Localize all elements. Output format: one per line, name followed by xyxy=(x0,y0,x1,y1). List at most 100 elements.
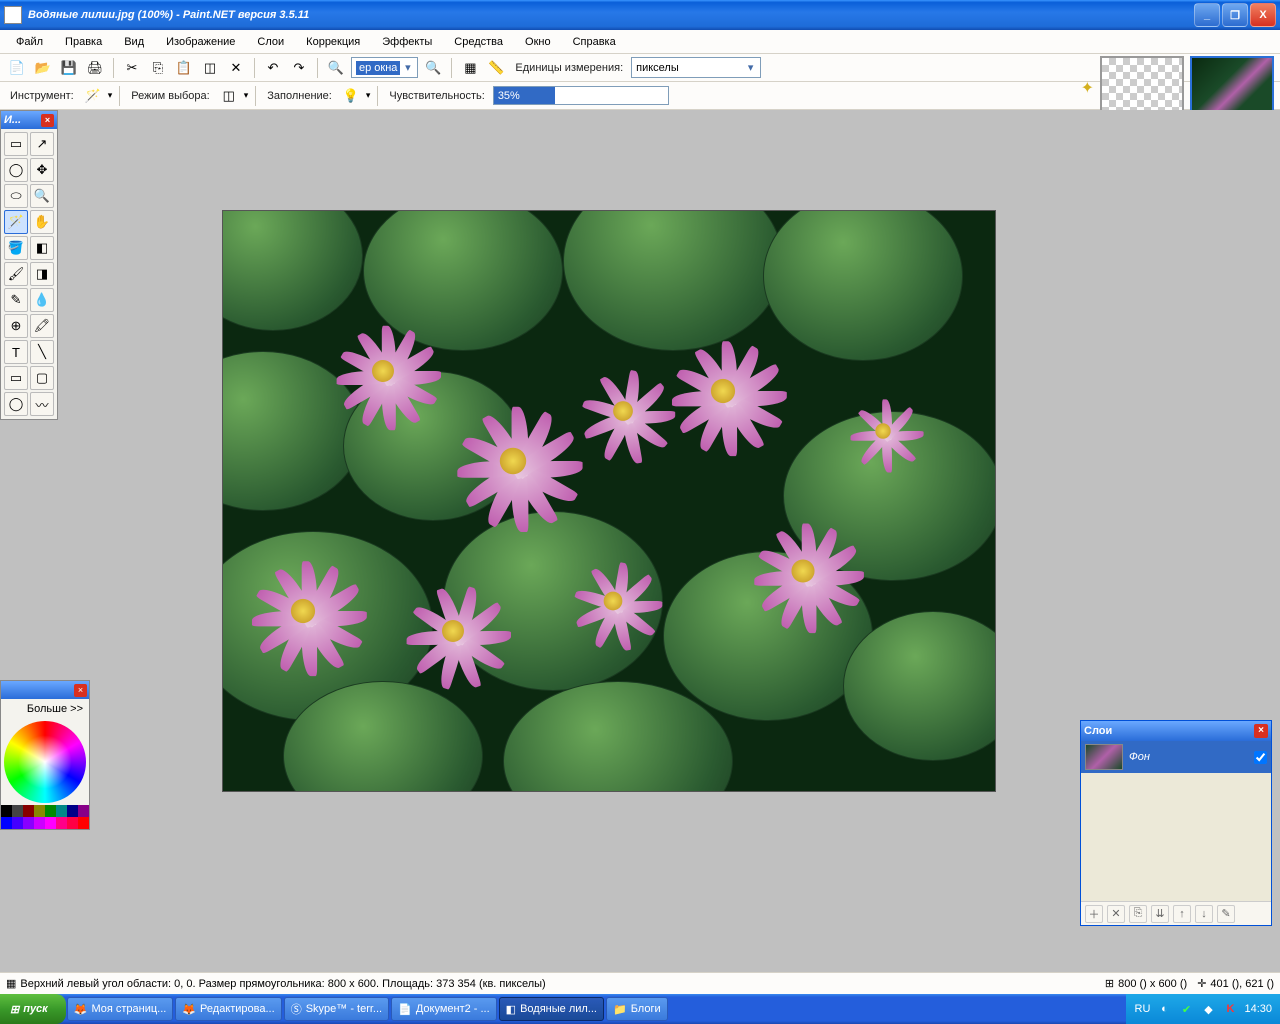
print-button[interactable]: 🖨 xyxy=(84,57,106,79)
layer-up-button[interactable]: ↑ xyxy=(1173,905,1191,923)
menu-layers[interactable]: Слои xyxy=(247,33,294,51)
minimize-button[interactable]: _ xyxy=(1194,3,1220,27)
deselect-button[interactable]: ✕ xyxy=(225,57,247,79)
fill-button[interactable]: 💡 xyxy=(340,85,362,107)
task-firefox-2[interactable]: 🦊 Редактирова... xyxy=(175,997,281,1021)
tool-free[interactable]: 〰 xyxy=(30,392,54,416)
tool-ellipse[interactable]: ◯ xyxy=(4,392,28,416)
swatch-row-2[interactable] xyxy=(1,817,89,829)
tool-ellipse-select[interactable]: ⬭ xyxy=(4,184,28,208)
layer-add-button[interactable]: ＋ xyxy=(1085,905,1103,923)
tool-pencil[interactable]: ✎ xyxy=(4,288,28,312)
tray-icon-2[interactable]: ✔ xyxy=(1178,1001,1194,1017)
task-folder[interactable]: 📁 Блоги xyxy=(606,997,668,1021)
tool-rect-select[interactable]: ▭ xyxy=(4,132,28,156)
mode-button[interactable]: ◫ xyxy=(218,85,240,107)
lang-indicator[interactable]: RU xyxy=(1134,1001,1150,1017)
task-paintnet[interactable]: ◧ Водяные лил... xyxy=(499,997,604,1021)
undo-button[interactable]: ↶ xyxy=(262,57,284,79)
layers-title[interactable]: Слои× xyxy=(1081,721,1271,741)
title-bar: ◧ Водяные лилии.jpg (100%) - Paint.NET в… xyxy=(0,0,1280,30)
pos-icon: ✛ xyxy=(1197,977,1206,990)
new-button[interactable]: 📄 xyxy=(6,57,28,79)
layer-del-button[interactable]: ✕ xyxy=(1107,905,1125,923)
zoom-combo[interactable]: ер окна▾ xyxy=(351,57,418,78)
layer-name: Фон xyxy=(1129,751,1150,763)
task-word[interactable]: 📄 Документ2 - ... xyxy=(391,997,497,1021)
sel-info-icon: ▦ xyxy=(6,977,16,990)
tool-text[interactable]: T xyxy=(4,340,28,364)
crop-button[interactable]: ◫ xyxy=(199,57,221,79)
layer-merge-button[interactable]: ⇊ xyxy=(1151,905,1169,923)
tool-rrect[interactable]: ▢ xyxy=(30,366,54,390)
tool-bucket[interactable]: 🪣 xyxy=(4,236,28,260)
tool-clone[interactable]: ⊕ xyxy=(4,314,28,338)
status-bar: ▦ Верхний левый угол области: 0, 0. Разме… xyxy=(0,972,1280,994)
layer-row[interactable]: Фон xyxy=(1081,741,1271,773)
layer-props-button[interactable]: ✎ xyxy=(1217,905,1235,923)
cut-button[interactable]: ✂ xyxy=(121,57,143,79)
current-tool-icon[interactable]: 🪄 xyxy=(82,85,104,107)
task-firefox-1[interactable]: 🦊 Моя страниц... xyxy=(67,997,174,1021)
swatch-row-1[interactable] xyxy=(1,805,89,817)
maximize-button[interactable]: ❐ xyxy=(1222,3,1248,27)
menu-edit[interactable]: Правка xyxy=(55,33,112,51)
color-wheel[interactable] xyxy=(4,721,86,803)
toolbox-close-icon[interactable]: × xyxy=(41,114,54,127)
tool-gradient[interactable]: ◧ xyxy=(30,236,54,260)
save-button[interactable]: 💾 xyxy=(58,57,80,79)
tray-icon-k[interactable]: K xyxy=(1222,1001,1238,1017)
copy-button[interactable]: ⎘ xyxy=(147,57,169,79)
menu-help[interactable]: Справка xyxy=(563,33,626,51)
tool-magic-wand[interactable]: 🪄 xyxy=(4,210,28,234)
menu-window[interactable]: Окно xyxy=(515,33,561,51)
colors-close-icon[interactable]: × xyxy=(74,684,87,697)
task-skype[interactable]: Ⓢ Skype™ - terr... xyxy=(284,997,389,1021)
tray-icon-1[interactable]: ◐ xyxy=(1156,1001,1172,1017)
paste-button[interactable]: 📋 xyxy=(173,57,195,79)
menu-image[interactable]: Изображение xyxy=(156,33,245,51)
tool-pan[interactable]: ✋ xyxy=(30,210,54,234)
menu-adjust[interactable]: Коррекция xyxy=(296,33,370,51)
status-pos: 401 (), 621 () xyxy=(1210,978,1274,990)
sens-label: Чувствительность: xyxy=(385,90,488,102)
menu-view[interactable]: Вид xyxy=(114,33,154,51)
tool-lasso[interactable]: ◯ xyxy=(4,158,28,182)
open-button[interactable]: 📂 xyxy=(32,57,54,79)
start-button[interactable]: ⊞пуск xyxy=(0,994,66,1024)
new-doc-icon[interactable]: ✦ xyxy=(1081,78,1094,98)
tool-line[interactable]: ╲ xyxy=(30,340,54,364)
colors-more-button[interactable]: Больше >> xyxy=(1,699,89,719)
close-button[interactable]: X xyxy=(1250,3,1276,27)
tool-brush[interactable]: 🖌 xyxy=(4,262,28,286)
ruler-button[interactable]: 📏 xyxy=(485,57,507,79)
tray-icon-3[interactable]: ◆ xyxy=(1200,1001,1216,1017)
zoom-in-button[interactable]: 🔍 xyxy=(422,57,444,79)
tool-eraser[interactable]: ◨ xyxy=(30,262,54,286)
status-selection: Верхний левый угол области: 0, 0. Размер… xyxy=(20,978,545,990)
layers-footer: ＋ ✕ ⎘ ⇊ ↑ ↓ ✎ xyxy=(1081,901,1271,925)
grid-button[interactable]: ▦ xyxy=(459,57,481,79)
tool-picker[interactable]: 💧 xyxy=(30,288,54,312)
layer-visible-checkbox[interactable] xyxy=(1254,751,1267,764)
tool-zoom[interactable]: 🔍 xyxy=(30,184,54,208)
tool-move-select[interactable]: ↗ xyxy=(30,132,54,156)
menu-file[interactable]: Файл xyxy=(6,33,53,51)
layer-dup-button[interactable]: ⎘ xyxy=(1129,905,1147,923)
tool-rect[interactable]: ▭ xyxy=(4,366,28,390)
sensitivity-slider[interactable]: 35% xyxy=(493,86,669,105)
menu-tools[interactable]: Средства xyxy=(444,33,513,51)
redo-button[interactable]: ↷ xyxy=(288,57,310,79)
zoom-out-button[interactable]: 🔍 xyxy=(325,57,347,79)
clock[interactable]: 14:30 xyxy=(1244,1003,1272,1015)
menu-effects[interactable]: Эффекты xyxy=(372,33,442,51)
layers-close-icon[interactable]: × xyxy=(1254,724,1268,738)
layer-down-button[interactable]: ↓ xyxy=(1195,905,1213,923)
canvas[interactable] xyxy=(222,210,996,792)
size-icon: ⊞ xyxy=(1105,977,1114,990)
mode-label: Режим выбора: xyxy=(127,90,213,102)
tool-recolor[interactable]: 🖍 xyxy=(30,314,54,338)
units-combo[interactable]: пикселы▾ xyxy=(631,57,761,78)
toolbox-title[interactable]: И...× xyxy=(1,111,57,129)
tool-move[interactable]: ✥ xyxy=(30,158,54,182)
